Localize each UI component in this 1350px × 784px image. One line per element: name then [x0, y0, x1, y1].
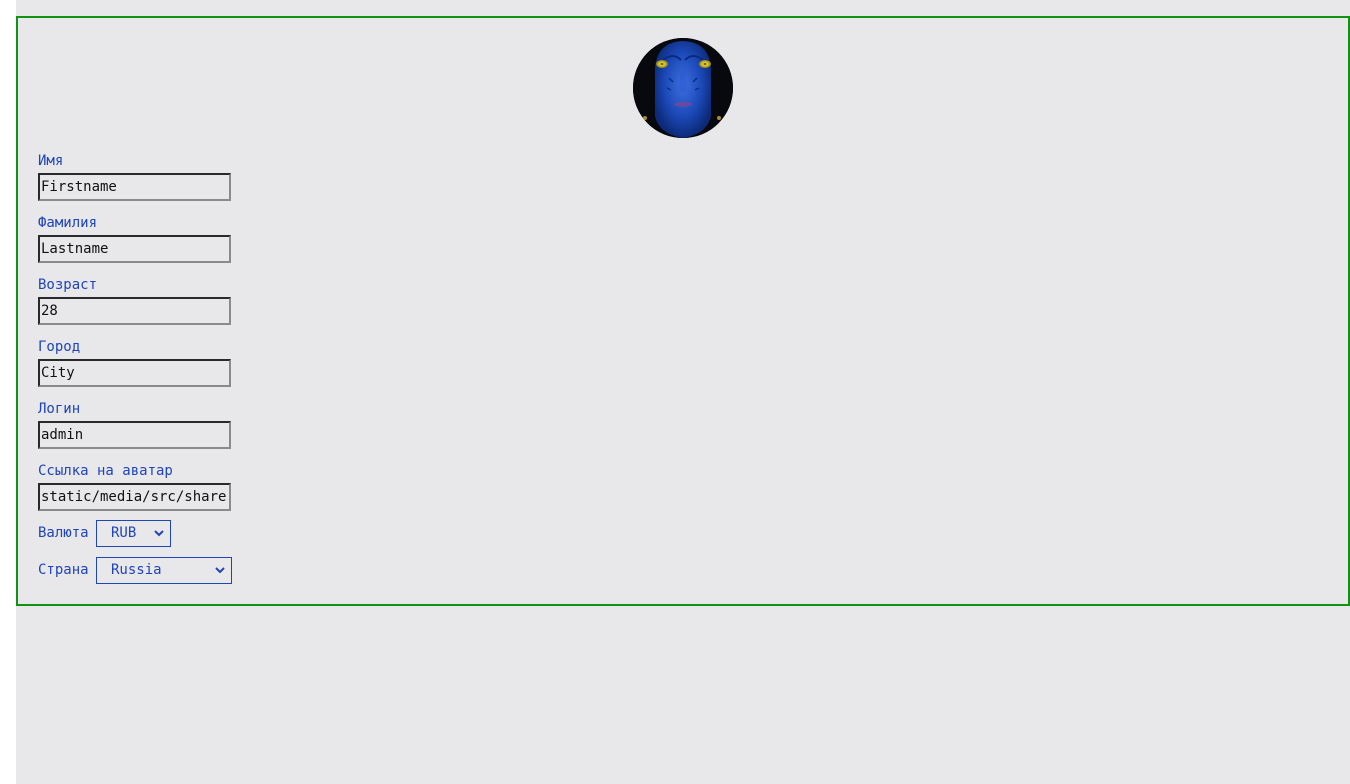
country-select[interactable]: Russia — [96, 557, 232, 584]
currency-select[interactable]: RUB — [96, 520, 171, 547]
country-label: Страна — [38, 562, 89, 578]
chevron-down-icon — [154, 530, 164, 537]
avatar-image — [633, 38, 733, 138]
avatar-link-input[interactable] — [38, 483, 231, 511]
firstname-label: Имя — [38, 153, 64, 169]
username-input[interactable] — [38, 421, 231, 449]
city-label: Город — [38, 339, 81, 355]
username-label: Логин — [38, 401, 81, 417]
city-input[interactable] — [38, 359, 231, 387]
currency-label: Валюта — [38, 525, 89, 541]
age-label: Возраст — [38, 277, 98, 293]
profile-card: Имя Фамилия Возраст Город Логин Ссылка н… — [16, 16, 1350, 606]
country-select-value: Russia — [111, 562, 162, 578]
chevron-down-icon — [215, 567, 225, 574]
firstname-input[interactable] — [38, 173, 231, 201]
age-input[interactable] — [38, 297, 231, 325]
currency-select-value: RUB — [111, 525, 137, 541]
avatar-link-label: Ссылка на аватар — [38, 463, 173, 479]
avatar — [633, 38, 733, 138]
lastname-input[interactable] — [38, 235, 231, 263]
lastname-label: Фамилия — [38, 215, 98, 231]
